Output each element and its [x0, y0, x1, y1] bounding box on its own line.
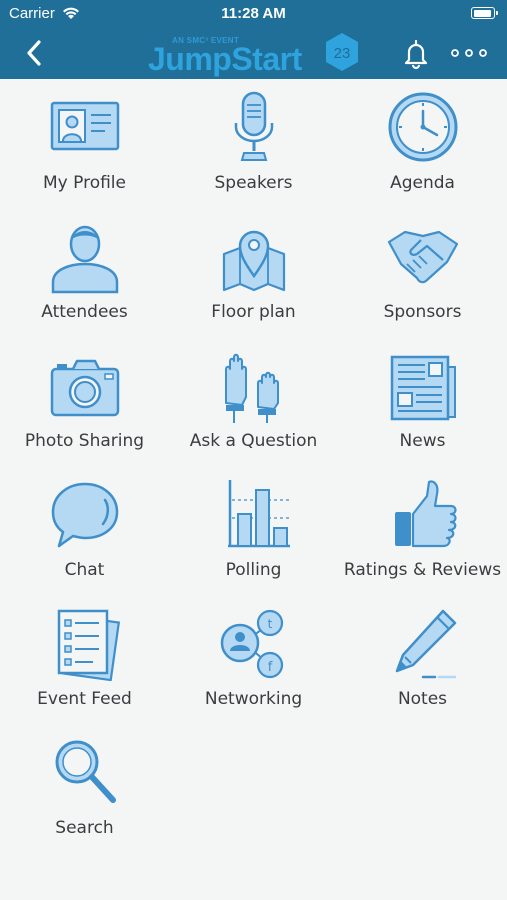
menu-item-label: Ask a Question — [189, 431, 318, 451]
menu-item-label: Photo Sharing — [24, 431, 145, 451]
app-header: Carrier 11:28 AM AN SMC³ EVENT JumpStart… — [0, 0, 507, 79]
menu-item-label: Attendees — [41, 302, 128, 322]
thumbs-up-icon — [394, 480, 457, 548]
menu-item-notes[interactable]: Notes — [338, 595, 507, 724]
person-icon — [51, 225, 118, 294]
logo-badge-text: 23 — [334, 45, 351, 62]
bell-icon[interactable] — [401, 38, 431, 70]
menu-item-event-feed[interactable]: Event Feed — [0, 595, 169, 724]
bar-chart-icon — [227, 480, 290, 548]
menu-item-agenda[interactable]: Agenda — [338, 79, 507, 208]
camera-icon — [50, 359, 119, 417]
menu-item-ratings-reviews[interactable]: Ratings & Reviews — [338, 466, 507, 595]
clock-icon — [388, 92, 457, 162]
menu-item-label: Agenda — [390, 173, 455, 193]
event-logo: AN SMC³ EVENT JumpStart 23 — [148, 32, 362, 78]
battery-icon — [471, 7, 498, 19]
svg-text:f: f — [267, 660, 272, 675]
menu-item-label: Speakers — [214, 173, 293, 193]
menu-item-label: Floor plan — [211, 302, 296, 322]
menu-item-label: News — [399, 431, 446, 451]
menu-item-label: Sponsors — [383, 302, 462, 322]
magnifier-icon — [55, 740, 116, 803]
menu-item-polling[interactable]: Polling — [169, 466, 338, 595]
menu-item-photo-sharing[interactable]: Photo Sharing — [0, 337, 169, 466]
menu-item-speakers[interactable]: Speakers — [169, 79, 338, 208]
svg-text:t: t — [267, 617, 272, 631]
menu-item-my-profile[interactable]: My Profile — [0, 79, 169, 208]
logo-name: JumpStart — [148, 41, 302, 77]
menu-item-news[interactable]: News — [338, 337, 507, 466]
menu-item-networking[interactable]: t f Networking — [169, 595, 338, 724]
menu-item-attendees[interactable]: Attendees — [0, 208, 169, 337]
menu-item-label: Notes — [397, 689, 448, 709]
menu-item-floor-plan[interactable]: Floor plan — [169, 208, 338, 337]
menu-item-label: Search — [55, 818, 114, 838]
menu-item-label: My Profile — [43, 173, 126, 193]
menu-item-label: Polling — [225, 560, 282, 580]
menu-item-search[interactable]: Search — [0, 724, 169, 853]
logo-hexagon-badge: 23 — [326, 33, 358, 71]
pen-icon — [395, 609, 456, 679]
menu-item-label: Ratings & Reviews — [343, 560, 502, 580]
back-button[interactable] — [22, 38, 48, 68]
menu-item-chat[interactable]: Chat — [0, 466, 169, 595]
speech-bubble-icon — [51, 482, 118, 548]
newspaper-icon — [390, 355, 456, 421]
handshake-icon — [387, 230, 458, 284]
menu-item-ask-a-question[interactable]: Ask a Question — [169, 337, 338, 466]
social-network-icon: t f — [220, 609, 283, 679]
profile-card-icon — [50, 101, 119, 151]
menu-item-label: Networking — [204, 689, 303, 709]
menu-item-label: Event Feed — [37, 689, 132, 709]
menu-item-label: Chat — [64, 560, 105, 580]
more-dots-icon[interactable] — [449, 47, 489, 59]
menu-item-sponsors[interactable]: Sponsors — [338, 208, 507, 337]
checklist-icon — [57, 609, 120, 681]
microphone-icon — [234, 91, 273, 161]
map-pin-icon — [222, 230, 285, 292]
status-bar: Carrier 11:28 AM — [0, 0, 507, 28]
clock-time: 11:28 AM — [221, 5, 286, 22]
nav-bar: AN SMC³ EVENT JumpStart 23 — [0, 28, 507, 79]
raised-hands-icon — [224, 353, 279, 423]
